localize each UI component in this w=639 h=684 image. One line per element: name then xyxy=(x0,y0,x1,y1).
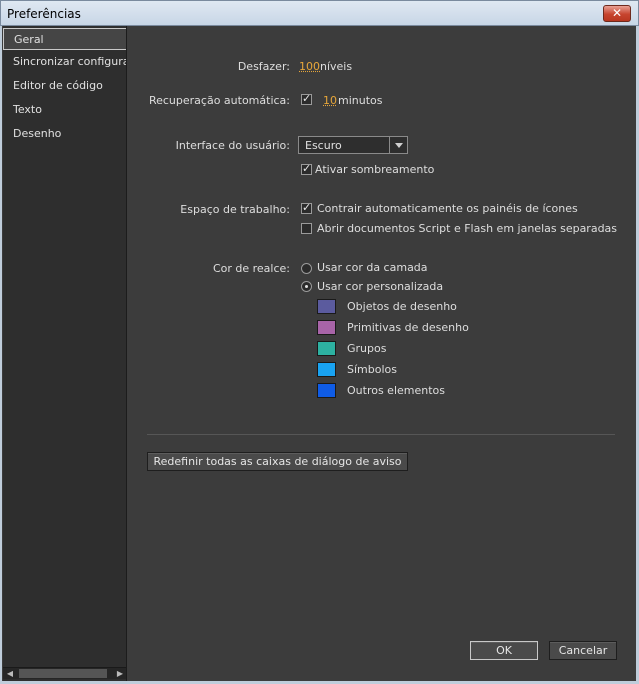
close-icon: ✕ xyxy=(611,6,623,20)
scroll-left-icon[interactable]: ◀ xyxy=(3,668,17,680)
other-elements-label: Outros elementos xyxy=(347,384,446,397)
category-sidebar: Geral Sincronizar configurações Editor d… xyxy=(3,26,127,681)
groups-label: Grupos xyxy=(347,342,387,355)
undo-unit: níveis xyxy=(320,60,353,73)
sidebar-item-editor-codigo[interactable]: Editor de código xyxy=(3,75,126,97)
title-bar: Preferências ✕ xyxy=(0,0,639,26)
cancel-button[interactable]: Cancelar xyxy=(549,641,617,660)
use-custom-color-radio[interactable] xyxy=(301,281,312,292)
scrollbar-thumb[interactable] xyxy=(19,669,107,678)
use-layer-color-label: Usar cor da camada xyxy=(317,261,428,274)
close-button[interactable]: ✕ xyxy=(603,5,631,22)
sidebar-horizontal-scrollbar[interactable]: ◀ ▶ xyxy=(3,667,126,680)
use-layer-color-radio[interactable] xyxy=(301,263,312,274)
groups-color-swatch[interactable] xyxy=(317,341,336,356)
sidebar-item-desenho[interactable]: Desenho xyxy=(3,123,126,145)
sidebar-item-texto[interactable]: Texto xyxy=(3,99,126,121)
undo-label: Desfazer: xyxy=(237,60,290,73)
ui-theme-label: Interface do usuário: xyxy=(175,139,290,152)
use-custom-color-label: Usar cor personalizada xyxy=(317,280,444,293)
autosave-unit: minutos xyxy=(338,94,383,107)
ui-theme-value: Escuro xyxy=(305,139,342,152)
collapse-panels-label: Contrair automaticamente os painéis de í… xyxy=(317,202,578,215)
undo-levels-value[interactable]: 100 xyxy=(299,60,320,73)
symbols-label: Símbolos xyxy=(347,363,397,376)
autosave-checkbox[interactable] xyxy=(301,92,312,105)
ok-button[interactable]: OK xyxy=(470,641,538,660)
sidebar-item-label: Sincronizar configurações xyxy=(13,55,126,68)
ui-theme-select[interactable]: Escuro xyxy=(298,136,408,154)
sidebar-item-label: Desenho xyxy=(13,127,62,140)
highlight-label: Cor de realce: xyxy=(212,262,290,275)
other-elements-color-swatch[interactable] xyxy=(317,383,336,398)
sidebar-item-label: Geral xyxy=(14,33,44,46)
sidebar-item-label: Texto xyxy=(13,103,42,116)
autosave-minutes-value[interactable]: 10 xyxy=(323,94,337,107)
shading-checkbox[interactable] xyxy=(301,162,312,175)
drawing-objects-label: Objetos de desenho xyxy=(347,300,457,313)
separate-windows-label: Abrir documentos Script e Flash em janel… xyxy=(317,222,618,235)
workspace-label: Espaço de trabalho: xyxy=(180,203,290,216)
shading-label: Ativar sombreamento xyxy=(315,163,435,176)
drawing-objects-color-swatch[interactable] xyxy=(317,299,336,314)
dialog-body: Geral Sincronizar configurações Editor d… xyxy=(2,26,636,681)
chevron-down-icon[interactable] xyxy=(389,137,407,153)
section-divider xyxy=(147,434,615,435)
drawing-primitives-label: Primitivas de desenho xyxy=(347,321,469,334)
drawing-primitives-color-swatch[interactable] xyxy=(317,320,336,335)
autosave-label: Recuperação automática: xyxy=(148,94,290,107)
scroll-right-icon[interactable]: ▶ xyxy=(113,668,126,680)
window-frame: Geral Sincronizar configurações Editor d… xyxy=(0,26,639,684)
sidebar-item-geral[interactable]: Geral xyxy=(3,28,126,50)
sidebar-item-label: Editor de código xyxy=(13,79,103,92)
separate-windows-checkbox[interactable] xyxy=(301,223,312,234)
window-title: Preferências xyxy=(7,7,81,21)
reset-warning-dialogs-button[interactable]: Redefinir todas as caixas de diálogo de … xyxy=(147,452,408,471)
sidebar-item-sincronizar[interactable]: Sincronizar configurações xyxy=(3,51,126,73)
symbols-color-swatch[interactable] xyxy=(317,362,336,377)
collapse-panels-checkbox[interactable] xyxy=(301,201,312,214)
